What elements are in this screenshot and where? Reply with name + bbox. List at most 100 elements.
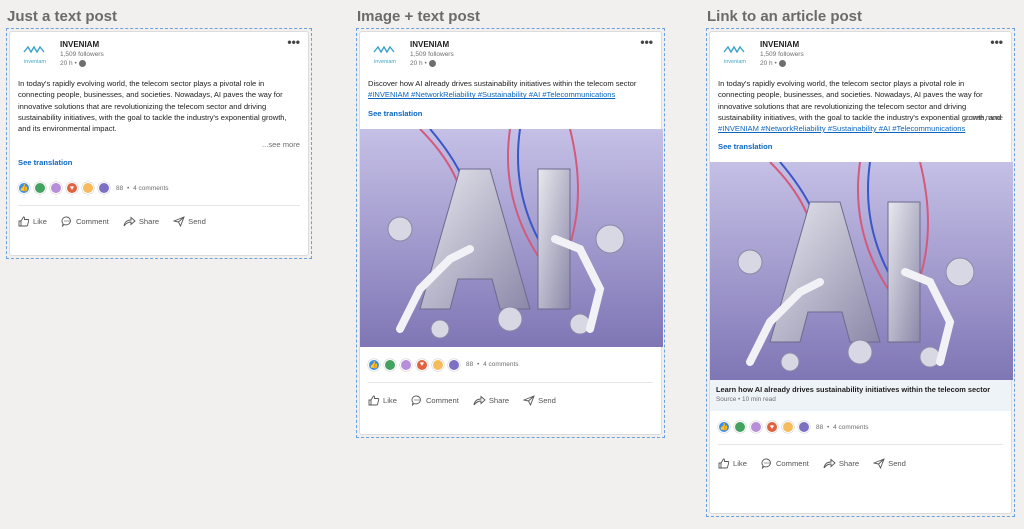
author-name[interactable]: INVENIAM: [60, 40, 104, 50]
see-more-link[interactable]: ...see more: [10, 140, 308, 158]
see-translation-link[interactable]: See translation: [10, 158, 308, 180]
post-image[interactable]: [360, 128, 663, 347]
section-title: Link to an article post: [707, 8, 863, 25]
like-reaction-icon: 👍: [368, 358, 380, 371]
share-button[interactable]: Share: [823, 458, 859, 469]
logo-text: inveniam: [373, 59, 396, 65]
reactions-bar[interactable]: 👍 ♥ 88 • 4 comments: [10, 180, 308, 196]
post-time: 20 h •: [410, 60, 427, 67]
article-image[interactable]: [710, 162, 1013, 380]
author-name[interactable]: INVENIAM: [410, 40, 454, 50]
send-icon: [523, 395, 535, 407]
love-reaction-icon: ♥: [766, 421, 778, 433]
article-meta: Source • 10 min read: [716, 396, 776, 403]
post-frame: inveniam INVENIAM 1,509 followers 20 h •…: [6, 28, 312, 259]
insight-reaction-icon: [782, 421, 794, 433]
post-frame: inveniam INVENIAM 1,509 followers 20 h •…: [706, 28, 1015, 517]
reaction-count[interactable]: 88: [466, 361, 473, 368]
author-name[interactable]: INVENIAM: [760, 40, 804, 50]
share-icon: [823, 458, 836, 468]
post-header: inveniam INVENIAM 1,509 followers 20 h •…: [10, 32, 308, 76]
see-translation-link[interactable]: See translation: [360, 109, 661, 129]
like-button[interactable]: Like: [718, 458, 747, 469]
article-link-card[interactable]: Learn how AI already drives sustainabili…: [710, 380, 1011, 411]
post-frame: inveniam INVENIAM 1,509 followers 20 h •…: [356, 28, 665, 438]
follower-count: 1,509 followers: [60, 51, 104, 58]
hashtags[interactable]: #INVENIAM #NetworkReliability #Sustainab…: [368, 90, 615, 99]
support-reaction-icon: [50, 182, 62, 194]
globe-icon: [78, 60, 86, 67]
section-title: Just a text post: [7, 8, 118, 25]
send-button[interactable]: Send: [873, 457, 906, 469]
post-time: 20 h •: [760, 60, 777, 67]
reaction-count[interactable]: 88: [116, 185, 123, 192]
section-title: Image + text post: [357, 8, 480, 25]
share-icon: [123, 216, 136, 226]
comment-count[interactable]: 4 comments: [483, 361, 518, 368]
share-button[interactable]: Share: [123, 216, 159, 227]
celebrate-reaction-icon: [734, 421, 746, 433]
post-card: inveniam INVENIAM 1,509 followers 20 h •…: [9, 31, 309, 256]
post-header: inveniam INVENIAM 1,509 followers 20 h •…: [360, 32, 661, 76]
reactions-bar[interactable]: 👍 ♥ 88 • 4 comments: [360, 357, 661, 373]
share-button[interactable]: Share: [473, 395, 509, 406]
company-logo[interactable]: inveniam: [718, 41, 752, 71]
send-icon: [173, 215, 185, 227]
post-card: inveniam INVENIAM 1,509 followers 20 h •…: [709, 31, 1013, 514]
send-button[interactable]: Send: [173, 215, 206, 227]
support-reaction-icon: [400, 358, 412, 371]
more-options-button[interactable]: •••: [990, 35, 1003, 49]
like-icon: [368, 395, 380, 406]
celebrate-reaction-icon: [384, 358, 396, 371]
logo-text: inveniam: [723, 59, 746, 65]
like-reaction-icon: 👍: [718, 421, 730, 433]
company-logo[interactable]: inveniam: [18, 41, 52, 71]
company-logo[interactable]: inveniam: [368, 41, 402, 71]
comment-button[interactable]: Comment: [411, 395, 459, 407]
celebrate-reaction-icon: [34, 182, 46, 194]
share-icon: [473, 395, 486, 406]
comment-icon: [61, 216, 71, 227]
hashtags[interactable]: #INVENIAM #NetworkReliability #Sustainab…: [710, 123, 1011, 134]
reaction-count[interactable]: 88: [816, 424, 823, 431]
comment-count[interactable]: 4 comments: [833, 424, 868, 431]
post-header: inveniam INVENIAM 1,509 followers 20 h •…: [710, 32, 1011, 76]
column-image-post: Image + text post inveniam INVENIAM 1,50…: [356, 6, 665, 438]
like-button[interactable]: Like: [368, 395, 397, 406]
like-icon: [18, 216, 30, 226]
wave-logo-icon: [723, 45, 745, 54]
insight-reaction-icon: [432, 358, 444, 371]
insight-reaction-icon: [82, 182, 94, 194]
like-reaction-icon: 👍: [18, 182, 30, 194]
action-bar: Like Comment Share Send: [10, 206, 308, 236]
comment-count[interactable]: 4 comments: [133, 185, 168, 192]
funny-reaction-icon: [798, 421, 810, 433]
column-text-post: Just a text post inveniam INVENIAM 1,509…: [6, 6, 312, 259]
globe-icon: [778, 60, 786, 67]
post-text: Discover how AI already drives sustainab…: [368, 79, 637, 100]
see-translation-link[interactable]: See translation: [710, 142, 1011, 162]
comment-button[interactable]: Comment: [61, 216, 109, 227]
globe-icon: [428, 60, 436, 67]
comment-icon: [761, 458, 771, 469]
love-reaction-icon: ♥: [416, 358, 428, 371]
send-icon: [873, 457, 885, 469]
wave-logo-icon: [23, 45, 45, 54]
more-options-button[interactable]: •••: [640, 35, 653, 49]
article-title[interactable]: Learn how AI already drives sustainabili…: [716, 385, 1005, 395]
support-reaction-icon: [750, 421, 762, 433]
follower-count: 1,509 followers: [410, 51, 454, 58]
more-options-button[interactable]: •••: [287, 35, 300, 49]
funny-reaction-icon: [98, 182, 110, 194]
send-button[interactable]: Send: [523, 395, 556, 407]
like-icon: [718, 458, 730, 468]
comment-button[interactable]: Comment: [761, 458, 809, 469]
funny-reaction-icon: [448, 358, 460, 371]
action-bar: Like Comment Share Send: [360, 383, 661, 419]
post-time: 20 h •: [60, 60, 77, 67]
like-button[interactable]: Like: [18, 216, 47, 227]
love-reaction-icon: ♥: [66, 182, 78, 194]
reactions-bar[interactable]: 👍 ♥ 88 • 4 comments: [710, 419, 1011, 435]
wave-logo-icon: [373, 45, 395, 54]
comment-icon: [411, 395, 421, 407]
